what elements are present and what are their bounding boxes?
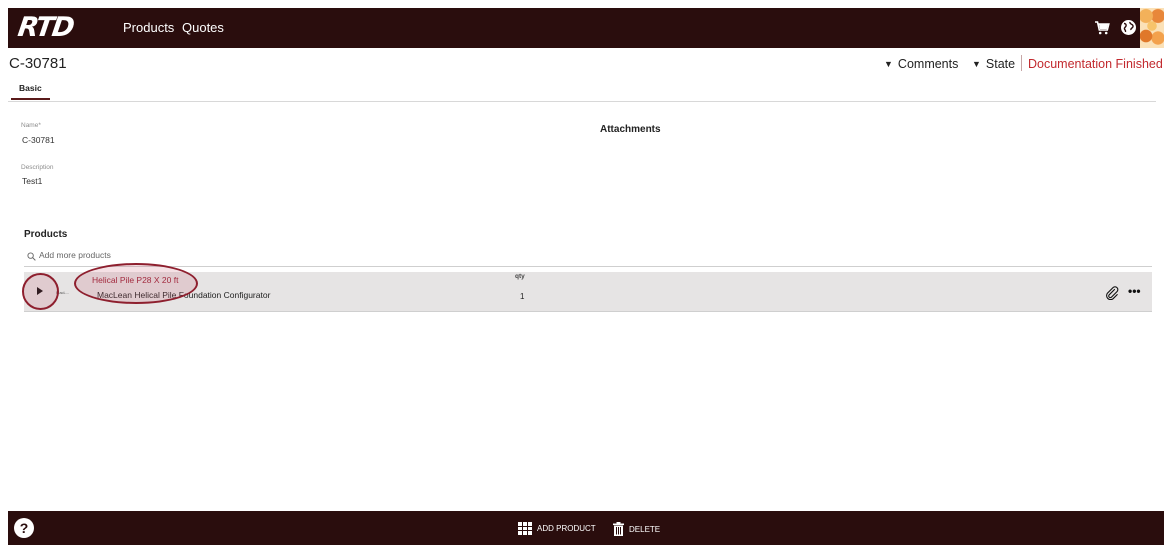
description-field-label: Description xyxy=(21,164,54,171)
thumbnail-caption: MacL... xyxy=(56,290,70,295)
rtd-logo[interactable]: RTD xyxy=(16,12,75,43)
name-field[interactable]: C-30781 xyxy=(22,135,55,145)
chevron-down-icon: ▼ xyxy=(972,59,981,69)
search-icon xyxy=(27,252,36,261)
cart-icon[interactable] xyxy=(1094,20,1110,36)
tabs-divider xyxy=(8,101,1156,102)
brand-pattern-image xyxy=(1140,8,1164,48)
qty-header: qty xyxy=(515,273,525,280)
add-products-input[interactable] xyxy=(39,250,339,260)
product-search-row xyxy=(24,250,1152,267)
state-divider xyxy=(1021,55,1022,71)
add-product-label: ADD PRODUCT xyxy=(537,524,596,533)
tab-basic[interactable]: Basic xyxy=(11,83,50,100)
nav-products[interactable]: Products xyxy=(123,20,174,36)
more-horizontal-icon[interactable]: ••• xyxy=(1128,285,1141,297)
chevron-down-icon: ▼ xyxy=(884,59,893,69)
product-row[interactable]: MacL... Helical Pile P28 X 20 ft MacLean… xyxy=(24,272,1152,312)
qty-value[interactable]: 1 xyxy=(520,292,524,301)
state-label: State xyxy=(985,57,1016,71)
nav-quotes[interactable]: Quotes xyxy=(182,20,224,36)
play-icon xyxy=(37,287,43,295)
product-configurator: MacLean Helical Pile Foundation Configur… xyxy=(97,290,271,300)
bottom-action-bar: ? ADD PRODUCT DELETE xyxy=(8,511,1164,545)
expand-play-button[interactable] xyxy=(28,280,50,302)
add-product-button[interactable]: ADD PRODUCT xyxy=(518,522,596,535)
comments-label: Comments xyxy=(897,57,959,71)
globe-icon[interactable] xyxy=(1120,19,1137,36)
attachments-title: Attachments xyxy=(600,124,661,135)
page-title: C-30781 xyxy=(9,55,67,72)
description-field[interactable]: Test1 xyxy=(22,176,42,186)
help-icon[interactable]: ? xyxy=(14,518,34,538)
paperclip-icon[interactable] xyxy=(1105,286,1119,300)
product-name-link[interactable]: Helical Pile P28 X 20 ft xyxy=(92,275,178,285)
comments-toggle[interactable]: ▼ Comments xyxy=(884,57,958,71)
grid-icon xyxy=(518,522,532,535)
products-heading: Products xyxy=(24,229,68,240)
state-toggle[interactable]: ▼ State xyxy=(972,57,1015,71)
name-field-label: Name* xyxy=(21,122,41,129)
delete-label: DELETE xyxy=(629,524,661,534)
trash-icon xyxy=(613,522,624,536)
state-value: Documentation Finished xyxy=(1028,57,1163,71)
top-navigation-bar: RTD Products Quotes xyxy=(8,8,1164,48)
delete-button[interactable]: DELETE xyxy=(613,522,660,536)
